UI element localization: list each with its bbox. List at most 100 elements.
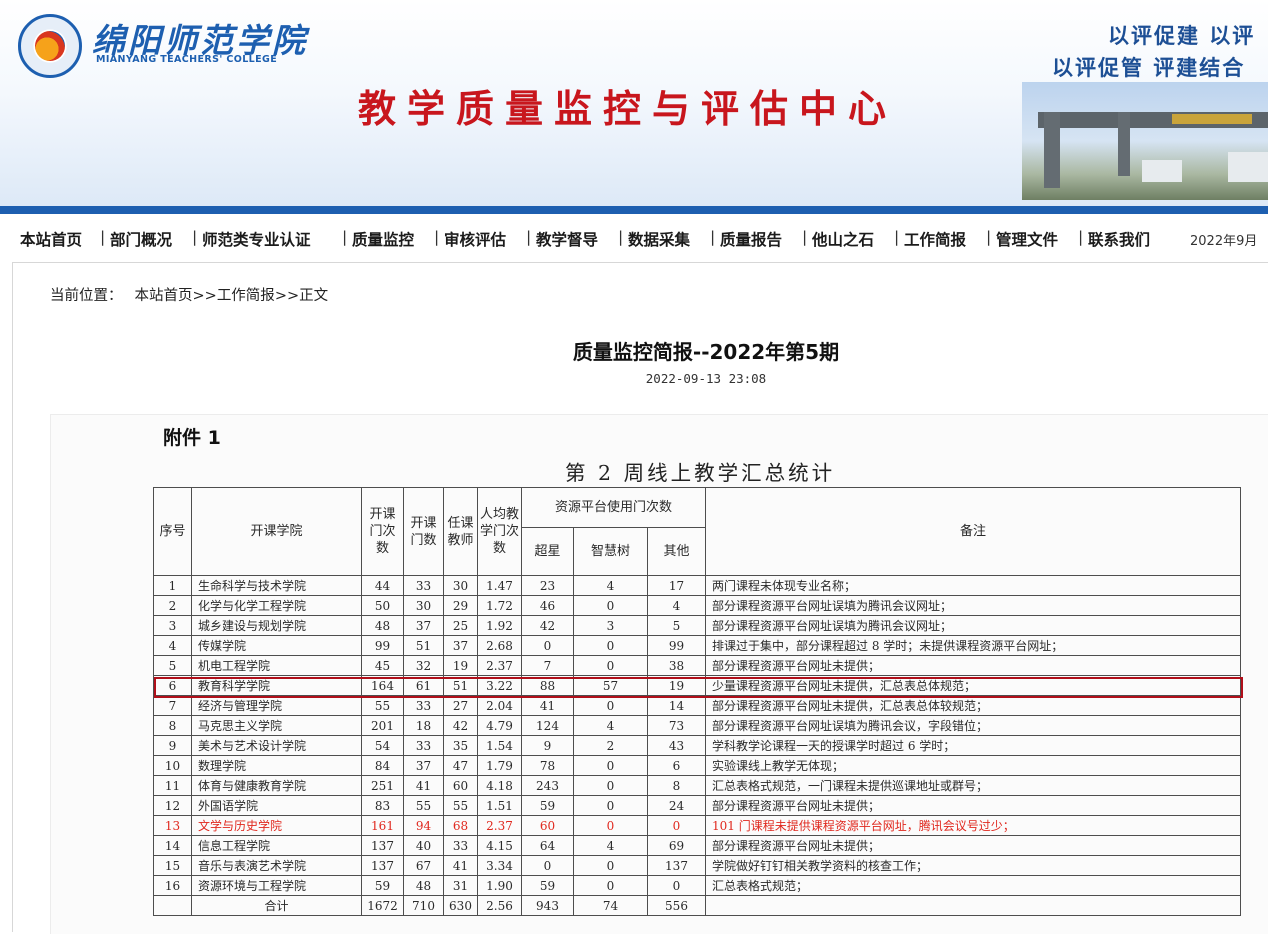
cell-remark: 部分课程资源平台网址未提供； [705, 655, 1241, 676]
header-courses: 开课门数 [403, 487, 444, 576]
cell-courses: 40 [403, 835, 444, 856]
cell-other: 38 [647, 655, 706, 676]
nav-item-work-briefs[interactable]: 工作简报 [904, 228, 966, 250]
cell-seq: 12 [153, 795, 192, 816]
cell-other: 17 [647, 575, 706, 596]
nav-item-about[interactable]: 部门概况 [110, 228, 172, 250]
cell-avg: 2.68 [477, 635, 522, 656]
cell-zhihuishu: 4 [573, 715, 648, 736]
cell-zhihuishu: 4 [573, 575, 648, 596]
cell-courses: 33 [403, 735, 444, 756]
nav-separator: | [1078, 228, 1084, 246]
table-row: 4 传媒学院 99 51 37 2.68 0 0 99 排课过于集中，部分课程超过 8 学时；未提… [153, 635, 1241, 656]
nav-separator: | [526, 228, 532, 246]
breadcrumb-separator: >> [192, 288, 217, 304]
nav-separator: | [192, 228, 198, 246]
nav-item-quality-monitor[interactable]: 质量监控 [352, 228, 414, 250]
attachment-image: 附件 1 第 2 周线上教学汇总统计 序号 开课学院 开课门次数 开课门数 任课… [50, 414, 1268, 934]
cell-college: 外国语学院 [191, 795, 362, 816]
nav-item-data-collection[interactable]: 数据采集 [628, 228, 690, 250]
cell-other: 14 [647, 695, 706, 716]
cell-other: 4 [647, 595, 706, 616]
nav-separator: | [434, 228, 440, 246]
cell-chaoxing: 59 [521, 795, 574, 816]
table-row: 13 文学与历史学院 161 94 68 2.37 60 0 0 101 门课程未提供课程资源平台… [153, 815, 1241, 836]
cell-remark: 部分课程资源平台网址误填为腾讯会议网址； [705, 595, 1241, 616]
nav-item-documents[interactable]: 管理文件 [996, 228, 1058, 250]
cell-teachers: 37 [443, 635, 478, 656]
breadcrumb-section-link[interactable]: 工作简报 [217, 288, 275, 304]
cell-zhihuishu: 0 [573, 635, 648, 656]
cell-courses: 55 [403, 795, 444, 816]
cell-other: 0 [647, 815, 706, 836]
nav-item-certification[interactable]: 师范类专业认证 [202, 228, 311, 250]
table-row: 10 数理学院 84 37 47 1.79 78 0 6 实验课线上教学无体现； [153, 755, 1241, 776]
cell-seq: 1 [153, 575, 192, 596]
cell-sessions: 137 [361, 835, 404, 856]
cell-courses: 94 [403, 815, 444, 836]
cell-courses: 37 [403, 755, 444, 776]
cell-chaoxing: 60 [521, 815, 574, 836]
highlight-box-row-6 [154, 677, 1243, 698]
cell-teachers: 68 [443, 815, 478, 836]
cell-other: 99 [647, 635, 706, 656]
table-row: 16 资源环境与工程学院 59 48 31 1.90 59 0 0 汇总表格式规范； [153, 875, 1241, 896]
nav-item-home[interactable]: 本站首页 [20, 228, 82, 250]
site-banner: 绵阳师范学院 MIANYANG TEACHERS' COLLEGE 教学质量监控… [0, 0, 1268, 206]
cell-college: 城乡建设与规划学院 [191, 615, 362, 636]
cell-sessions: 251 [361, 775, 404, 796]
cell-other: 43 [647, 735, 706, 756]
total-avg: 2.56 [477, 895, 522, 916]
cell-avg: 4.15 [477, 835, 522, 856]
table-row: 14 信息工程学院 137 40 33 4.15 64 4 69 部分课程资源平台网址未提供； [153, 835, 1241, 856]
cell-college: 信息工程学院 [191, 835, 362, 856]
statistics-table: 序号 开课学院 开课门次数 开课门数 任课教师 人均教学门次数 资源平台使用门次… [153, 487, 1241, 916]
cell-teachers: 25 [443, 615, 478, 636]
cell-college: 传媒学院 [191, 635, 362, 656]
table-row: 2 化学与化学工程学院 50 30 29 1.72 46 0 4 部分课程资源平台网址误填为腾讯会… [153, 595, 1241, 616]
campus-gate-photo [1022, 82, 1268, 200]
nav-item-supervision[interactable]: 教学督导 [536, 228, 598, 250]
cell-sessions: 44 [361, 575, 404, 596]
header-seq: 序号 [153, 487, 192, 576]
nav-item-references[interactable]: 他山之石 [812, 228, 874, 250]
header-remark: 备注 [705, 487, 1241, 576]
cell-sessions: 55 [361, 695, 404, 716]
cell-other: 69 [647, 835, 706, 856]
nav-item-audit[interactable]: 审核评估 [444, 228, 506, 250]
cell-seq: 7 [153, 695, 192, 716]
college-seal-icon[interactable] [18, 14, 82, 78]
nav-item-contact[interactable]: 联系我们 [1088, 228, 1150, 250]
cell-college: 文学与历史学院 [191, 815, 362, 836]
cell-teachers: 27 [443, 695, 478, 716]
cell-chaoxing: 243 [521, 775, 574, 796]
cell-avg: 1.92 [477, 615, 522, 636]
table-row: 9 美术与艺术设计学院 54 33 35 1.54 9 2 43 学科教学论课程一天的授课学时超过… [153, 735, 1241, 756]
table-total-row: 合计 1672 710 630 2.56 943 74 556 [153, 895, 1241, 916]
banner-divider [0, 206, 1268, 214]
cell-zhihuishu: 3 [573, 615, 648, 636]
cell-avg: 2.37 [477, 655, 522, 676]
cell-chaoxing: 7 [521, 655, 574, 676]
cell-teachers: 55 [443, 795, 478, 816]
cell-teachers: 19 [443, 655, 478, 676]
cell-college: 体育与健康教育学院 [191, 775, 362, 796]
cell-zhihuishu: 0 [573, 775, 648, 796]
cell-sessions: 161 [361, 815, 404, 836]
cell-zhihuishu: 0 [573, 815, 648, 836]
cell-teachers: 33 [443, 835, 478, 856]
nav-item-quality-report[interactable]: 质量报告 [720, 228, 782, 250]
cell-avg: 1.79 [477, 755, 522, 776]
cell-chaoxing: 23 [521, 575, 574, 596]
cell-seq: 10 [153, 755, 192, 776]
cell-college: 经济与管理学院 [191, 695, 362, 716]
breadcrumb-home-link[interactable]: 本站首页 [135, 288, 193, 304]
cell-sessions: 137 [361, 855, 404, 876]
cell-other: 8 [647, 775, 706, 796]
table-row: 8 马克思主义学院 201 18 42 4.79 124 4 73 部分课程资源平台网址误填为腾讯… [153, 715, 1241, 736]
cell-sessions: 99 [361, 635, 404, 656]
cell-college: 马克思主义学院 [191, 715, 362, 736]
cell-teachers: 60 [443, 775, 478, 796]
nav-separator: | [986, 228, 992, 246]
cell-teachers: 30 [443, 575, 478, 596]
